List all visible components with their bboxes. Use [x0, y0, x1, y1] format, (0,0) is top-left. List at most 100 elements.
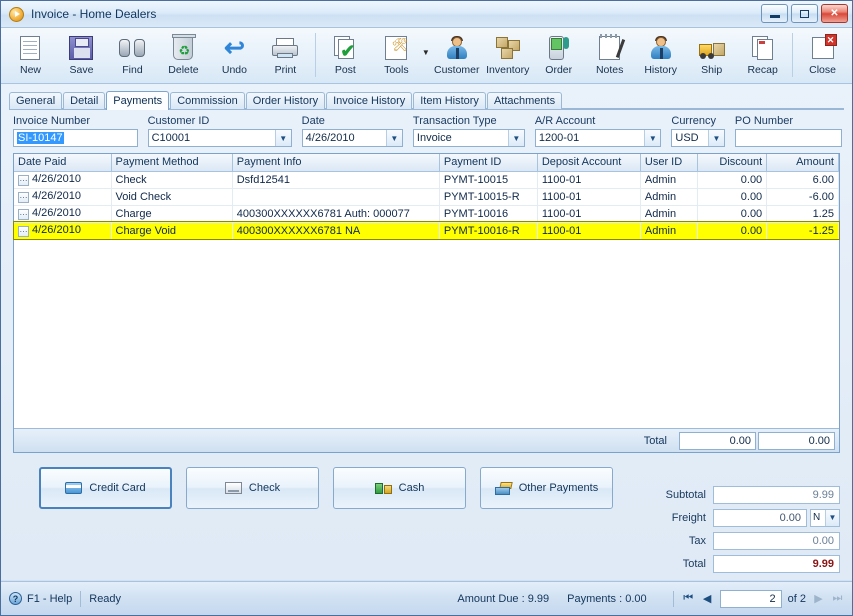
grid-empty-space[interactable] — [14, 240, 839, 429]
chevron-down-icon[interactable]: ▼ — [275, 130, 291, 146]
col-date-paid[interactable]: Date Paid — [14, 154, 111, 171]
customer-id-combo[interactable]: C10001 ▼ — [148, 129, 292, 147]
table-row[interactable]: ···4/26/2010 Check Dsfd12541 PYMT-10015 … — [14, 171, 839, 188]
previous-record-button[interactable]: ◀ — [701, 592, 714, 605]
row-expander-button[interactable]: ··· — [18, 209, 29, 220]
floppy-disk-icon — [69, 33, 93, 63]
row-expander-button[interactable]: ··· — [18, 175, 29, 186]
row-expander-button[interactable]: ··· — [18, 226, 29, 237]
cell-payment-info: 400300XXXXXX6781 Auth: 000077 — [232, 205, 439, 222]
toolbar-button-undo[interactable]: ↩ Undo — [209, 30, 260, 82]
toolbar-button-tools[interactable]: 🛠 Tools — [371, 30, 422, 82]
field-po-number: PO Number — [735, 115, 842, 147]
tab-commission[interactable]: Commission — [170, 92, 245, 109]
freight-input[interactable]: 0.00 — [713, 509, 807, 527]
po-number-input[interactable] — [735, 129, 842, 147]
table-row[interactable]: ···4/26/2010 Void Check PYMT-10015-R 110… — [14, 188, 839, 205]
toolbar-label-customer: Customer — [434, 64, 480, 76]
toolbar-button-save[interactable]: Save — [56, 30, 107, 82]
check-button[interactable]: Check — [186, 467, 319, 509]
chevron-down-icon[interactable]: ▼ — [825, 510, 839, 526]
tab-general[interactable]: General — [9, 92, 62, 109]
col-payment-method[interactable]: Payment Method — [111, 154, 232, 171]
cell-discount: 0.00 — [698, 171, 767, 188]
next-record-button[interactable]: ▶ — [812, 592, 825, 605]
cell-deposit-account: 1100-01 — [537, 188, 640, 205]
ship-forklift-icon — [699, 33, 725, 63]
tax-value: 0.00 — [713, 532, 840, 550]
col-deposit-account[interactable]: Deposit Account — [537, 154, 640, 171]
col-amount[interactable]: Amount — [767, 154, 839, 171]
cell-user-id: Admin — [640, 171, 698, 188]
tab-bar: General Detail Payments Commission Order… — [9, 90, 844, 109]
tools-dropdown-chevron-down-icon[interactable]: ▼ — [422, 49, 431, 57]
toolbar-button-find[interactable]: Find — [107, 30, 158, 82]
recap-documents-icon — [752, 33, 774, 63]
row-expander-button[interactable]: ··· — [18, 192, 29, 203]
freight-taxable-combo[interactable]: N ▼ — [810, 509, 840, 527]
first-record-button[interactable]: ⏮ — [682, 592, 695, 605]
toolbar-button-print[interactable]: Print — [260, 30, 311, 82]
chevron-down-icon[interactable]: ▼ — [508, 130, 524, 146]
toolbar-label-ship: Ship — [701, 64, 722, 76]
chevron-down-icon[interactable]: ▼ — [386, 130, 402, 146]
field-transaction-type: Transaction Type Invoice ▼ — [413, 115, 525, 147]
other-payments-button[interactable]: Other Payments — [480, 467, 613, 509]
chevron-down-icon[interactable]: ▼ — [708, 130, 724, 146]
field-invoice-number: Invoice Number SI-10147 — [13, 115, 138, 147]
tab-order-history[interactable]: Order History — [246, 92, 325, 109]
toolbar-button-new[interactable]: New — [5, 30, 56, 82]
client-area: General Detail Payments Commission Order… — [1, 84, 852, 580]
last-record-button[interactable]: ⏭ — [831, 592, 844, 605]
toolbar-button-customer[interactable]: Customer — [431, 30, 482, 82]
minimize-button[interactable] — [761, 4, 788, 23]
help-icon[interactable]: ? — [9, 592, 22, 605]
tab-item-history[interactable]: Item History — [413, 92, 486, 109]
record-navigator: ⏮ ◀ 2 of 2 ▶ ⏭ — [682, 590, 844, 608]
toolbar-button-inventory[interactable]: Inventory — [482, 30, 533, 82]
ar-account-combo[interactable]: 1200-01 ▼ — [535, 129, 662, 147]
tab-payments[interactable]: Payments — [106, 91, 169, 110]
cell-amount: -1.25 — [767, 222, 839, 239]
maximize-button[interactable] — [791, 4, 818, 23]
freight-taxable-value: N — [811, 510, 825, 526]
tab-invoice-history[interactable]: Invoice History — [326, 92, 412, 109]
toolbar-button-history[interactable]: History — [635, 30, 686, 82]
toolbar-button-post[interactable]: ✔ Post — [320, 30, 371, 82]
toolbar-button-order[interactable]: Order — [533, 30, 584, 82]
col-payment-id[interactable]: Payment ID — [439, 154, 537, 171]
check-label: Check — [249, 482, 280, 494]
table-row-selected[interactable]: ···4/26/2010 Charge Void 400300XXXXXX678… — [14, 222, 839, 239]
cash-button[interactable]: Cash — [333, 467, 466, 509]
currency-combo[interactable]: USD ▼ — [671, 129, 725, 147]
cell-date-paid: ···4/26/2010 — [14, 205, 111, 222]
toolbar-button-notes[interactable]: Notes — [584, 30, 635, 82]
col-discount[interactable]: Discount — [698, 154, 767, 171]
label-invoice-number: Invoice Number — [13, 115, 138, 127]
toolbar-button-close[interactable]: ✕ Close — [797, 30, 848, 82]
subtotal-value: 9.99 — [713, 486, 840, 504]
post-check-icon: ✔ — [334, 33, 356, 63]
credit-card-label: Credit Card — [89, 482, 145, 494]
total-value: 9.99 — [713, 555, 840, 573]
col-user-id[interactable]: User ID — [640, 154, 698, 171]
record-number-input[interactable]: 2 — [720, 590, 782, 608]
toolbar-button-delete[interactable]: ♻ Delete — [158, 30, 209, 82]
col-payment-info[interactable]: Payment Info — [232, 154, 439, 171]
tab-attachments[interactable]: Attachments — [487, 92, 562, 109]
toolbar-button-ship[interactable]: Ship — [686, 30, 737, 82]
help-text[interactable]: F1 - Help — [27, 593, 72, 605]
status-state: Ready — [89, 593, 121, 605]
credit-card-button[interactable]: Credit Card — [39, 467, 172, 509]
transaction-type-combo[interactable]: Invoice ▼ — [413, 129, 525, 147]
invoice-number-input[interactable]: SI-10147 — [13, 129, 138, 147]
tab-detail[interactable]: Detail — [63, 92, 105, 109]
transaction-type-value: Invoice — [414, 130, 508, 146]
close-button[interactable]: ✕ — [821, 4, 848, 23]
table-row[interactable]: ···4/26/2010 Charge 400300XXXXXX6781 Aut… — [14, 205, 839, 222]
toolbar-button-recap[interactable]: Recap — [737, 30, 788, 82]
chevron-down-icon[interactable]: ▼ — [644, 130, 660, 146]
cell-deposit-account: 1100-01 — [537, 171, 640, 188]
date-combo[interactable]: 4/26/2010 ▼ — [302, 129, 403, 147]
cell-payment-method: Void Check — [111, 188, 232, 205]
